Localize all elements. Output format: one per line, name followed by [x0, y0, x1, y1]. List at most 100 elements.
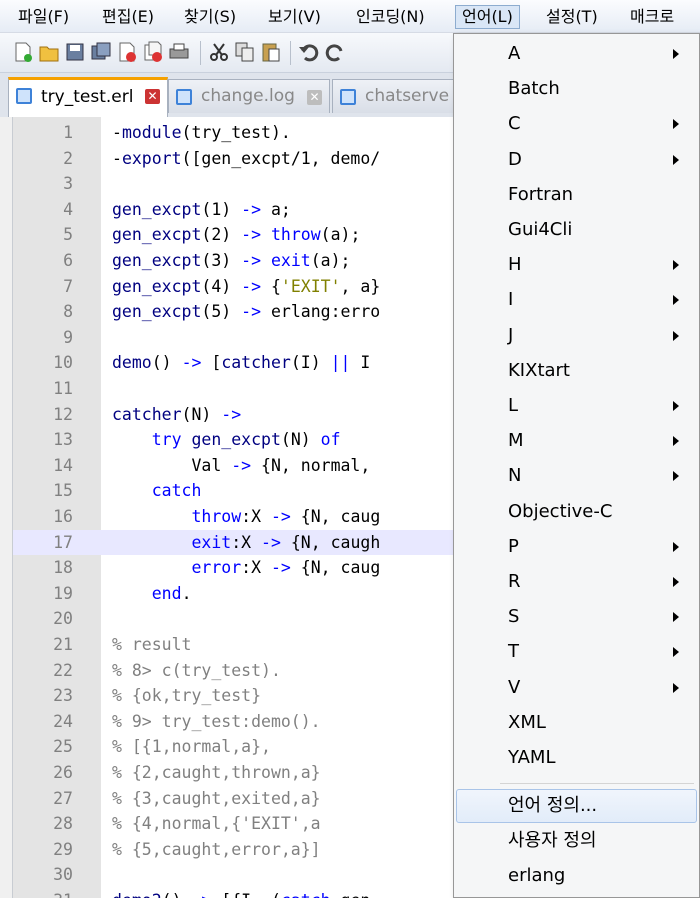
menu-item-lang-j[interactable]: J — [456, 319, 697, 353]
menu-item-lang-s[interactable]: S — [456, 600, 697, 634]
menu-item-label: C — [508, 113, 521, 135]
menu-item-lang-h[interactable]: H — [456, 248, 697, 282]
code-text: % {2,caught,thrown,a} — [112, 763, 321, 782]
line-number: 1 — [63, 123, 73, 142]
line-number: 17 — [53, 532, 73, 552]
menu-item-lang-n[interactable]: N — [456, 459, 697, 493]
close-tab-icon[interactable]: ✕ — [307, 90, 322, 105]
paste-icon[interactable] — [260, 41, 282, 63]
menu-item-label: M — [508, 430, 524, 452]
menu-item-lang-r[interactable]: R — [456, 565, 697, 599]
submenu-arrow-icon — [673, 154, 679, 165]
line-number: 19 — [53, 583, 73, 603]
code-text: catcher(N) -> — [112, 404, 242, 424]
menu-encoding[interactable]: 인코딩(N) — [350, 5, 431, 29]
menu-item-label: XML — [508, 711, 546, 733]
code-text: % [{1,normal,a}, — [112, 737, 271, 757]
line-number: 9 — [63, 327, 73, 347]
menu-item-lang-v[interactable]: V — [456, 671, 697, 705]
menu-item-lang-fortran[interactable]: Fortran — [456, 178, 697, 212]
file-saved-icon — [16, 88, 32, 104]
code-text: % {3,caught,exited,a} — [112, 788, 321, 808]
menu-item-lang-kixtart[interactable]: KIXtart — [456, 354, 697, 388]
undo-icon[interactable] — [298, 41, 320, 63]
line-number: 15 — [53, 481, 73, 501]
code-text: exit:X -> {N, caugh — [191, 532, 381, 552]
code-text: end. — [151, 583, 192, 603]
submenu-arrow-icon — [673, 119, 679, 130]
menu-item-label: Gui4Cli — [508, 219, 573, 240]
menubar: 파일(F) 편집(E) 찾기(S) 보기(V) 인코딩(N) 언어(L) 설정(… — [0, 0, 700, 33]
save-all-icon[interactable] — [90, 41, 112, 63]
menu-item-label: T — [508, 641, 519, 663]
menu-item-lang-m[interactable]: M — [456, 424, 697, 458]
code-text: demo2() -> [{I, (catch gen_ — [112, 888, 380, 898]
new-file-icon[interactable] — [12, 41, 34, 63]
tab-label: try_test.erl — [41, 87, 134, 107]
cut-icon[interactable] — [208, 41, 230, 63]
menu-item-lang-t[interactable]: T — [456, 635, 697, 669]
menu-item-lang-xml[interactable]: XML — [456, 706, 697, 740]
submenu-arrow-icon — [673, 49, 679, 59]
menu-item-lang-i[interactable]: I — [456, 283, 697, 317]
print-icon[interactable] — [168, 41, 190, 63]
submenu-arrow-icon — [673, 330, 679, 341]
code-text: gen_excpt(4) -> {'EXIT', a} — [112, 276, 381, 296]
tab-label: change.log — [201, 86, 295, 106]
menu-language[interactable]: 언어(L) — [455, 5, 520, 29]
tab-change-log[interactable]: change.log ✕ — [168, 79, 330, 113]
menu-view[interactable]: 보기(V) — [262, 5, 327, 29]
menu-item-user-defined[interactable]: 사용자 정의 — [456, 824, 697, 858]
submenu-arrow-icon — [673, 577, 679, 587]
menu-item-lang-l[interactable]: L — [456, 389, 697, 423]
code-text: gen_excpt(2) -> throw(a); — [112, 225, 361, 245]
menu-macro[interactable]: 매크로 — [624, 5, 680, 29]
close-file-icon[interactable] — [116, 41, 138, 63]
code-text: % 8> c(try_test). — [112, 660, 281, 680]
menu-item-label: Batch — [508, 78, 560, 100]
menu-item-lang-yaml[interactable]: YAML — [456, 741, 697, 775]
line-number: 2 — [63, 148, 73, 168]
close-all-icon[interactable] — [142, 41, 164, 63]
line-number: 20 — [53, 609, 73, 629]
line-number: 7 — [63, 276, 73, 296]
close-tab-icon[interactable]: ✕ — [145, 89, 160, 104]
save-icon[interactable] — [64, 41, 86, 63]
submenu-arrow-icon — [673, 295, 679, 306]
menu-settings[interactable]: 설정(T) — [540, 5, 604, 29]
menu-item-lang-gui4cli[interactable]: Gui4Cli — [456, 213, 697, 247]
menu-item-label: YAML — [508, 747, 556, 768]
menu-item-lang-d[interactable]: D — [456, 143, 697, 177]
code-text: Val -> {N, normal, — [112, 455, 371, 475]
menu-item-lang-batch[interactable]: Batch — [456, 72, 697, 106]
menu-item-lang-p[interactable]: P — [456, 530, 697, 564]
submenu-arrow-icon — [673, 682, 679, 693]
tab-try-test-erl[interactable]: try_test.erl ✕ — [8, 77, 168, 117]
line-number: 14 — [53, 455, 73, 475]
line-number: 16 — [53, 507, 73, 526]
code-text: gen_excpt(3) -> exit(a); — [112, 251, 351, 270]
menu-item-lang-a[interactable]: A — [456, 37, 697, 71]
line-number: 12 — [53, 404, 73, 424]
menu-file[interactable]: 파일(F) — [12, 5, 75, 29]
open-folder-icon[interactable] — [38, 41, 60, 63]
line-number: 11 — [53, 379, 73, 398]
menu-item-label: N — [508, 465, 522, 487]
menu-item-erlang[interactable]: erlang — [456, 859, 697, 893]
code-text: error:X -> {N, caug — [191, 558, 381, 578]
redo-icon[interactable] — [324, 41, 346, 63]
menu-item-define-language[interactable]: 언어 정의... — [456, 789, 697, 823]
menu-item-label: V — [508, 676, 521, 698]
menu-search[interactable]: 찾기(S) — [178, 5, 242, 29]
submenu-arrow-icon — [673, 647, 679, 658]
line-number: 10 — [53, 353, 73, 373]
code-text: % result — [112, 635, 192, 654]
line-number: 3 — [63, 174, 73, 194]
menu-item-lang-objective-c[interactable]: Objective-C — [456, 495, 697, 529]
copy-icon[interactable] — [234, 41, 256, 63]
tab-chatserve[interactable]: chatserve — [332, 79, 462, 113]
toolbar-separator — [200, 41, 201, 65]
menu-item-lang-c[interactable]: C — [456, 107, 697, 141]
line-number: 8 — [63, 302, 73, 322]
menu-edit[interactable]: 편집(E) — [96, 5, 160, 29]
